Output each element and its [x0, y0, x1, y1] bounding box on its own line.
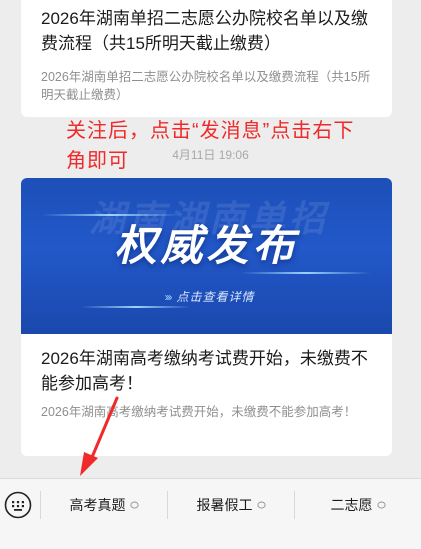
keyboard-icon[interactable] [4, 491, 32, 519]
official-account-menu-bar: 高考真题 报暑假工 二志愿 [0, 478, 421, 549]
annotation-arrow-icon [80, 396, 119, 476]
chat-bubble-icon [376, 501, 386, 508]
menu-item-summer-job[interactable]: 报暑假工 [168, 479, 294, 531]
menu-item-label: 二志愿 [330, 497, 373, 513]
menu-item-second-choice[interactable]: 二志愿 [295, 479, 421, 531]
menu-item-exam-papers[interactable]: 高考真题 [41, 479, 167, 531]
chat-bubble-icon [129, 501, 139, 508]
menu-item-label: 报暑假工 [196, 497, 253, 513]
chat-bubble-icon [256, 501, 266, 508]
menu-item-label: 高考真题 [69, 497, 126, 513]
